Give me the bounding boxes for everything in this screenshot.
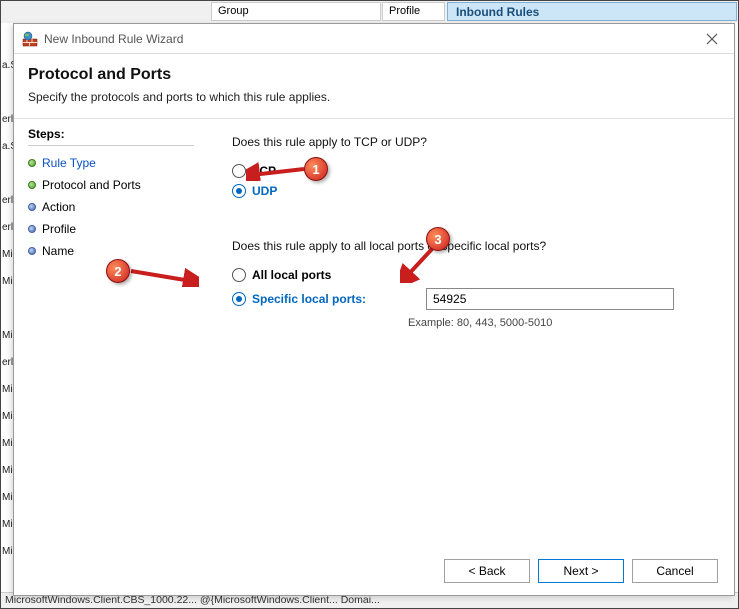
bg-row-fragment: Mic: [1, 484, 13, 511]
close-button[interactable]: [690, 24, 734, 54]
annotation-arrow-3: [400, 247, 438, 283]
close-icon: [706, 33, 718, 45]
steps-heading: Steps:: [28, 127, 194, 141]
bg-column-profile: Profile: [382, 2, 445, 21]
body-region: Steps: Rule Type Protocol and Ports Action…: [14, 119, 734, 554]
bg-row-fragment: Mic: [1, 241, 13, 268]
titlebar[interactable]: New Inbound Rule Wizard: [14, 24, 734, 54]
dialog-title: New Inbound Rule Wizard: [44, 32, 183, 46]
step-profile[interactable]: Profile: [28, 218, 194, 240]
bg-row-fragment: erl: [1, 106, 13, 133]
bg-row-fragment: erl: [1, 187, 13, 214]
annotation-callout-2: 2: [106, 259, 130, 283]
bg-row-fragment: Mic: [1, 376, 13, 403]
bg-row-fragment: Mic: [1, 457, 13, 484]
step-rule-type[interactable]: Rule Type: [28, 152, 194, 174]
bg-row-fragment: Mic: [1, 538, 13, 565]
step-label: Profile: [42, 222, 76, 236]
bg-row-fragment: Mic: [1, 268, 13, 295]
firewall-icon: [22, 31, 38, 47]
steps-underline: [28, 145, 194, 146]
page-header: Protocol and Ports Specify the protocols…: [14, 54, 734, 112]
ports-example: Example: 80, 443, 5000-5010: [408, 317, 712, 329]
step-name[interactable]: Name: [28, 240, 194, 262]
step-label: Rule Type: [42, 156, 96, 170]
bg-row-fragment: [1, 160, 13, 187]
step-bullet-icon: [28, 247, 36, 255]
step-bullet-icon: [28, 225, 36, 233]
radio-all-ports[interactable]: All local ports: [232, 265, 712, 285]
bg-left-strip: a.Serla.SerlerlMicMicMicerlMicMicMicMicM…: [1, 23, 13, 592]
steps-sidebar: Steps: Rule Type Protocol and Ports Action…: [14, 119, 204, 554]
radio-icon: [232, 164, 246, 178]
screenshot-root: Group Profile Inbound Rules a.Serla.Serl…: [0, 0, 739, 609]
bg-row-fragment: a.S: [1, 52, 13, 79]
question-ports: Does this rule apply to all local ports …: [232, 239, 712, 253]
back-button[interactable]: < Back: [444, 559, 530, 583]
page-subtitle: Specify the protocols and ports to which…: [28, 90, 720, 104]
annotation-callout-3: 3: [426, 227, 450, 251]
bg-row-fragment: Mic: [1, 403, 13, 430]
step-protocol-and-ports[interactable]: Protocol and Ports: [28, 174, 194, 196]
bg-inbound-rules: Inbound Rules: [447, 2, 737, 21]
content-panel: Does this rule apply to TCP or UDP? TCP …: [204, 119, 734, 554]
bg-row-fragment: Mic: [1, 511, 13, 538]
step-label: Name: [42, 244, 74, 258]
specific-ports-input[interactable]: [426, 288, 674, 310]
page-title: Protocol and Ports: [28, 66, 720, 84]
radio-icon: [232, 292, 246, 306]
dialog-footer: < Back Next > Cancel: [14, 547, 734, 595]
cancel-button[interactable]: Cancel: [632, 559, 718, 583]
bg-row-fragment: erl: [1, 214, 13, 241]
annotation-arrow-2: [129, 263, 199, 287]
bg-row-fragment: Mic: [1, 322, 13, 349]
step-bullet-icon: [28, 159, 36, 167]
radio-all-ports-label: All local ports: [252, 268, 331, 282]
radio-icon: [232, 268, 246, 282]
bg-row-fragment: [1, 25, 13, 52]
bg-row-fragment: [1, 295, 13, 322]
bg-row-fragment: [1, 79, 13, 106]
radio-udp[interactable]: UDP: [232, 181, 712, 201]
bg-row-fragment: a.S: [1, 133, 13, 160]
wizard-dialog: New Inbound Rule Wizard Protocol and Por…: [13, 23, 735, 596]
bg-row-fragment: Mic: [1, 430, 13, 457]
annotation-callout-1: 1: [304, 157, 328, 181]
step-label: Protocol and Ports: [42, 178, 141, 192]
bg-column-group: Group: [211, 2, 381, 21]
step-action[interactable]: Action: [28, 196, 194, 218]
step-label: Action: [42, 200, 75, 214]
annotation-arrow-1: [246, 161, 306, 181]
radio-udp-label: UDP: [252, 184, 277, 198]
next-button[interactable]: Next >: [538, 559, 624, 583]
step-bullet-icon: [28, 203, 36, 211]
question-protocol: Does this rule apply to TCP or UDP?: [232, 135, 712, 149]
bg-row-fragment: erl: [1, 349, 13, 376]
radio-specific-ports-label: Specific local ports:: [252, 292, 402, 306]
step-bullet-icon: [28, 181, 36, 189]
radio-specific-ports[interactable]: Specific local ports:: [232, 285, 712, 313]
radio-icon: [232, 184, 246, 198]
